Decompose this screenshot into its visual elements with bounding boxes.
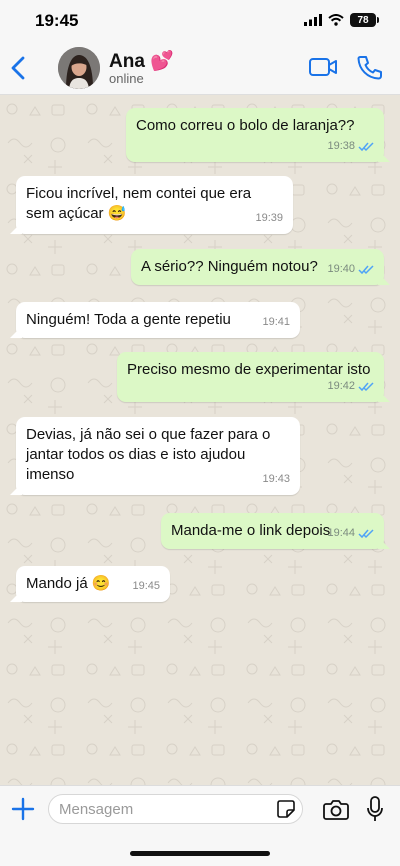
microphone-button[interactable] xyxy=(366,796,384,822)
bubble-tail xyxy=(378,150,390,162)
message-bubble-incoming[interactable]: Ninguém! Toda a gente repetiu 19:41 xyxy=(10,302,300,338)
phone-icon xyxy=(357,56,382,80)
message-meta: 19:38 xyxy=(327,136,374,156)
message-time: 19:45 xyxy=(132,580,160,592)
chat-area: Como correu o bolo de laranja?? 19:38 Fi… xyxy=(0,95,400,785)
bubble-tail xyxy=(378,273,390,285)
cellular-signal-icon xyxy=(304,14,322,26)
sticker-icon xyxy=(277,800,295,818)
message-text: Manda-me o link depois xyxy=(171,522,331,539)
message-text: Como correu o bolo de laranja?? xyxy=(136,117,355,134)
bubble-tail xyxy=(378,537,390,549)
camera-icon xyxy=(323,800,349,820)
message-meta: 19:40 xyxy=(327,259,374,279)
message-meta: 19:42 xyxy=(327,376,374,396)
message-time: 19:41 xyxy=(262,316,290,328)
message-text: Devias, já não sei o que fazer para o ja… xyxy=(26,425,270,485)
message-time: 19:39 xyxy=(255,212,283,224)
message-meta: 19:39 xyxy=(255,208,283,228)
microphone-icon xyxy=(367,796,383,821)
contact-avatar[interactable] xyxy=(58,47,100,89)
status-time: 19:45 xyxy=(35,11,79,30)
back-button[interactable] xyxy=(6,52,30,84)
message-time: 19:40 xyxy=(327,263,355,275)
home-indicator xyxy=(130,851,270,856)
contact-name[interactable]: Ana 💕 xyxy=(109,49,174,73)
chat-header: Ana 💕 online xyxy=(0,44,400,95)
message-time: 19:38 xyxy=(327,140,355,152)
battery-level: 78 xyxy=(357,14,369,26)
bubble-tail xyxy=(10,483,22,495)
message-input-bar xyxy=(0,785,400,866)
message-meta: 19:45 xyxy=(132,576,160,596)
voice-call-button[interactable] xyxy=(356,54,382,80)
avatar-photo xyxy=(58,47,100,89)
double-check-icon xyxy=(358,264,374,274)
message-text: Ficou incrível, nem contei que era sem a… xyxy=(26,184,251,224)
message-line: Ficou incrível, nem contei que era xyxy=(26,185,252,202)
message-bubble-outgoing[interactable]: Preciso mesmo de experimentar isto 19:42 xyxy=(117,352,390,402)
message-meta: 19:41 xyxy=(262,312,290,332)
message-line: imenso xyxy=(26,466,75,483)
message-time: 19:42 xyxy=(327,380,355,392)
double-check-icon xyxy=(358,528,374,538)
bubble-tail xyxy=(10,222,22,234)
video-camera-icon xyxy=(309,58,337,76)
message-text: Ninguém! Toda a gente repetiu xyxy=(26,311,231,328)
message-input[interactable] xyxy=(48,794,303,824)
message-bubble-incoming[interactable]: Mando já 😊 19:45 xyxy=(10,566,170,602)
message-line: sem açúcar 😅 xyxy=(26,205,127,222)
bubble-tail xyxy=(10,326,22,338)
message-bubble-incoming[interactable]: Ficou incrível, nem contei que era sem a… xyxy=(10,176,293,234)
message-meta: 19:44 xyxy=(327,523,374,543)
chevron-left-icon xyxy=(11,56,25,80)
message-meta: 19:43 xyxy=(262,469,290,489)
double-check-icon xyxy=(358,141,374,151)
bubble-tail xyxy=(378,390,390,402)
plus-icon xyxy=(11,797,35,821)
battery-icon: 78 xyxy=(350,13,379,27)
message-bubble-incoming[interactable]: Devias, já não sei o que fazer para o ja… xyxy=(10,417,300,495)
status-bar: 19:45 78 xyxy=(0,0,400,44)
contact-status: online xyxy=(109,71,144,86)
message-time: 19:44 xyxy=(327,527,355,539)
message-bubble-outgoing[interactable]: Manda-me o link depois 19:44 xyxy=(161,513,390,549)
status-icons: 78 xyxy=(304,13,379,27)
camera-button[interactable] xyxy=(323,798,349,820)
video-call-button[interactable] xyxy=(308,55,338,79)
sticker-button[interactable] xyxy=(276,799,296,819)
message-bubble-outgoing[interactable]: Como correu o bolo de laranja?? 19:38 xyxy=(126,108,390,162)
wifi-icon xyxy=(328,14,344,26)
message-line: Devias, já não sei o que fazer para o xyxy=(26,426,271,443)
message-bubble-outgoing[interactable]: A sério?? Ninguém notou? 19:40 xyxy=(131,249,390,285)
message-text: A sério?? Ninguém notou? xyxy=(141,258,318,275)
attach-button[interactable] xyxy=(10,796,36,822)
message-text: Mando já 😊 xyxy=(26,575,111,592)
message-line: jantar todos os dias e isto ajudou xyxy=(26,446,246,463)
double-check-icon xyxy=(358,381,374,391)
bubble-tail xyxy=(10,590,22,602)
message-time: 19:43 xyxy=(262,473,290,485)
